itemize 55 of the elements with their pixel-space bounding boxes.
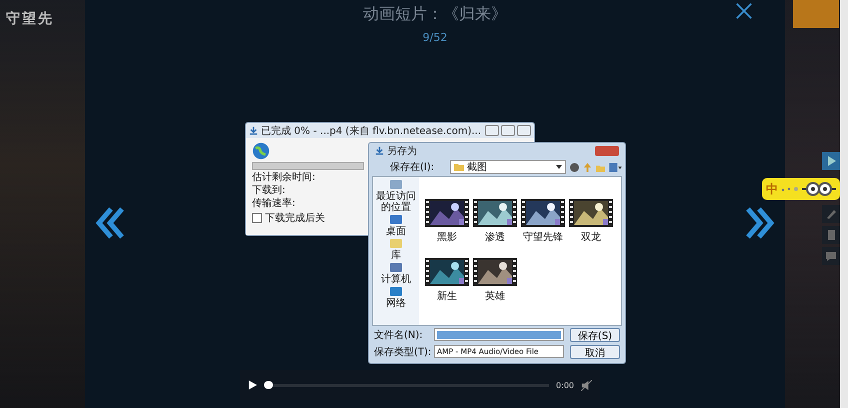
field-label: 下载到:	[252, 185, 286, 196]
close-button[interactable]	[517, 125, 531, 136]
library-icon	[389, 238, 403, 250]
previous-icon[interactable]	[95, 207, 125, 239]
file-item[interactable]: 黑影	[423, 199, 471, 244]
play-icon[interactable]	[248, 380, 257, 390]
download-icon	[249, 126, 258, 135]
filename-field[interactable]	[434, 328, 564, 341]
file-item[interactable]: 英雄	[471, 258, 519, 303]
file-item[interactable]: 新生	[423, 258, 471, 303]
file-item[interactable]: 双龙	[567, 199, 615, 244]
checkbox[interactable]	[252, 213, 262, 223]
comment-icon[interactable]	[822, 247, 840, 265]
computer-icon	[389, 262, 403, 274]
place-item[interactable]: 最近访问的位置	[373, 179, 419, 213]
recent-places-icon	[389, 179, 403, 191]
image-counter: 9/52	[422, 31, 448, 44]
field-label: 传输速率:	[252, 198, 296, 209]
download-icon	[375, 146, 384, 155]
file-item[interactable]: 守望先锋	[519, 199, 567, 244]
scrollbar[interactable]	[840, 0, 848, 408]
dots-icon[interactable]	[780, 185, 800, 193]
location-dropdown[interactable]: 截图	[450, 160, 566, 174]
field-label: 保存类型(T):	[374, 346, 430, 358]
time-label: 0:00	[556, 380, 574, 390]
next-icon[interactable]	[745, 207, 775, 239]
cancel-button[interactable]: 取消	[570, 344, 620, 358]
field-label: 保存在(I):	[390, 161, 436, 174]
desktop-icon	[389, 214, 403, 226]
field-label: 估计剩余时间:	[252, 172, 316, 183]
caret-icon	[556, 165, 562, 169]
minimize-button[interactable]	[485, 125, 499, 136]
file-item[interactable]: 渗透	[471, 199, 519, 244]
save-button[interactable]: 保存(S)	[570, 328, 620, 342]
place-item[interactable]: 网络	[386, 286, 406, 309]
folder-icon	[454, 163, 464, 171]
close-button[interactable]	[595, 146, 619, 156]
view-icon[interactable]	[609, 162, 622, 172]
logo-text[interactable]: 守望先	[6, 11, 54, 27]
network-icon	[389, 286, 403, 298]
dialog-title: 另存为	[387, 144, 417, 158]
place-item[interactable]: 库	[389, 238, 403, 261]
mute-icon[interactable]	[581, 380, 592, 390]
globe-icon	[252, 142, 270, 160]
field-label: 文件名(N):	[374, 328, 424, 342]
dialog-title: 已完成 0% - ...p4 (来自 flv.bn.netease.com)...	[261, 124, 482, 138]
close-icon[interactable]	[735, 2, 753, 20]
checkbox-label: 下载完成后关	[265, 212, 325, 225]
pencil-icon[interactable]	[822, 205, 840, 223]
place-item[interactable]: 计算机	[381, 262, 411, 285]
document-icon[interactable]	[822, 226, 840, 244]
maximize-button[interactable]	[501, 125, 515, 136]
lightbox-title: 动画短片：《归来》	[363, 4, 507, 25]
place-item[interactable]: 桌面	[386, 214, 406, 237]
seek-thumb[interactable]	[264, 380, 273, 388]
